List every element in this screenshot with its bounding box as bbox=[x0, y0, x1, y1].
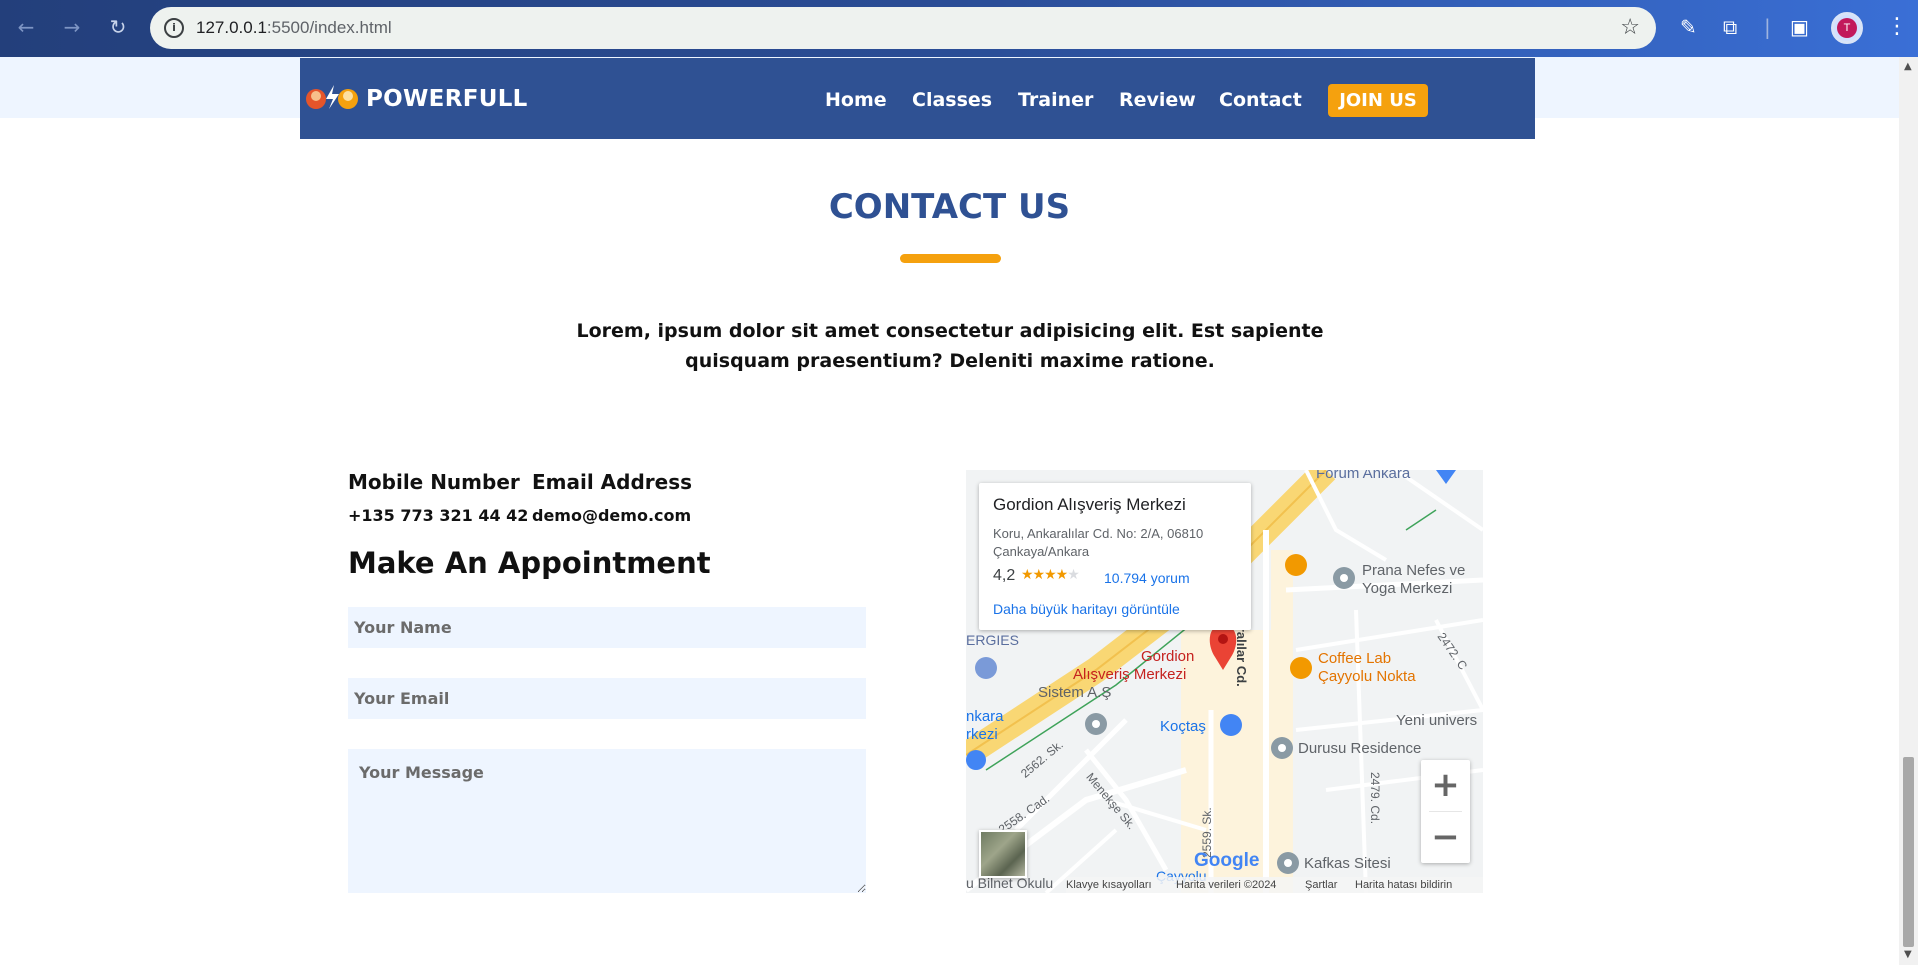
url-path: :5500/index.html bbox=[266, 18, 392, 37]
map-label-forum[interactable]: Forum Ankara bbox=[1316, 470, 1410, 482]
site-header: POWERFULL Home Classes Trainer Review Co… bbox=[300, 58, 1535, 139]
embedded-map[interactable]: Forum Ankara Prana Nefes ve Yoga Merkezi… bbox=[966, 470, 1483, 893]
place-rating: 4,2 bbox=[993, 567, 1016, 584]
forward-icon[interactable]: → bbox=[60, 15, 84, 39]
reviews-link[interactable]: 10.794 yorum bbox=[1104, 570, 1190, 586]
address-url: 127.0.0.1:5500/index.html bbox=[196, 18, 392, 38]
scroll-thumb[interactable] bbox=[1903, 757, 1914, 947]
eyedropper-icon[interactable]: ✎ bbox=[1680, 14, 1697, 40]
map-label-gordion-2[interactable]: Alışveriş Merkezi bbox=[1073, 666, 1186, 683]
map-label-sistem[interactable]: Sistem A.Ş bbox=[1038, 684, 1111, 701]
map-label-ankara[interactable]: nkara bbox=[966, 708, 1004, 725]
zoom-out-button[interactable]: − bbox=[1421, 812, 1470, 863]
bookmark-star-icon[interactable]: ☆ bbox=[1620, 15, 1640, 40]
map-label-coffee-2[interactable]: Çayyolu Nokta bbox=[1318, 668, 1416, 685]
satellite-toggle[interactable] bbox=[979, 830, 1027, 878]
google-logo: Google bbox=[1194, 850, 1260, 871]
address-bar[interactable]: i 127.0.0.1:5500/index.html ☆ bbox=[150, 7, 1656, 49]
section-title: CONTACT US bbox=[828, 187, 1071, 227]
url-host: 127.0.0.1 bbox=[196, 18, 267, 37]
map-label-ergies[interactable]: ERGIES bbox=[966, 632, 1019, 648]
map-label-coffee[interactable]: Coffee Lab bbox=[1318, 650, 1391, 667]
browser-toolbar: ← → ↻ i 127.0.0.1:5500/index.html ☆ ✎ ⧉ … bbox=[0, 0, 1918, 57]
rating-stars-filled: ★★★★ bbox=[1021, 567, 1068, 583]
message-textarea[interactable] bbox=[348, 749, 866, 893]
place-info-card: Gordion Alışveriş Merkezi Koru, Ankaralı… bbox=[979, 483, 1251, 630]
nav-trainer[interactable]: Trainer bbox=[1018, 89, 1093, 111]
profile-avatar[interactable]: T bbox=[1831, 12, 1863, 44]
nav-contact[interactable]: Contact bbox=[1219, 89, 1302, 111]
mobile-value: +135 773 321 44 42 bbox=[348, 506, 529, 525]
map-label-gordion[interactable]: Gordion bbox=[1141, 648, 1194, 665]
nav-home[interactable]: Home bbox=[825, 89, 887, 111]
map-footer: Klavye kısayolları Harita verileri ©2024… bbox=[1066, 877, 1483, 893]
map-label-kafkas[interactable]: Kafkas Sitesi bbox=[1304, 855, 1391, 872]
join-us-button[interactable]: JOIN US bbox=[1328, 84, 1428, 117]
terms-link[interactable]: Şartlar bbox=[1305, 877, 1337, 893]
logo-icon bbox=[306, 85, 358, 109]
avatar-letter: T bbox=[1837, 18, 1857, 38]
larger-map-link[interactable]: Daha büyük haritayı görüntüle bbox=[993, 601, 1180, 617]
report-map-error-link[interactable]: Harita hatası bildirin bbox=[1355, 877, 1452, 893]
zoom-controls: + − bbox=[1421, 760, 1470, 863]
map-label-yeni[interactable]: Yeni univers bbox=[1396, 712, 1477, 729]
email-label: Email Address bbox=[532, 470, 693, 494]
map-label-prana[interactable]: Prana Nefes ve bbox=[1362, 562, 1465, 579]
nav-review[interactable]: Review bbox=[1119, 89, 1196, 111]
logo-text[interactable]: POWERFULL bbox=[366, 86, 528, 112]
rating-star-empty: ★ bbox=[1067, 567, 1080, 583]
map-label-prana-2[interactable]: Yoga Merkezi bbox=[1362, 580, 1452, 597]
place-name: Gordion Alışveriş Merkezi bbox=[993, 495, 1186, 514]
map-data-credit: Harita verileri ©2024 bbox=[1176, 879, 1277, 891]
side-panel-icon[interactable]: ▣ bbox=[1790, 14, 1809, 40]
title-underline bbox=[900, 254, 1001, 263]
extensions-icon[interactable]: ⧉ bbox=[1723, 14, 1737, 40]
keyboard-shortcuts-link[interactable]: Klavye kısayolları bbox=[1066, 877, 1152, 893]
email-value: demo@demo.com bbox=[532, 506, 692, 525]
name-input[interactable] bbox=[348, 607, 866, 648]
back-icon[interactable]: ← bbox=[14, 15, 38, 39]
site-info-icon[interactable]: i bbox=[164, 18, 184, 38]
appointment-title: Make An Appointment bbox=[348, 546, 711, 580]
map-label-koctas[interactable]: Koçtaş bbox=[1160, 718, 1206, 735]
toolbar-divider: | bbox=[1764, 15, 1771, 39]
page-scrollbar[interactable]: ▲ ▼ bbox=[1899, 57, 1918, 965]
scroll-up-arrow-icon[interactable]: ▲ bbox=[1904, 61, 1912, 72]
map-label-durusu[interactable]: Durusu Residence bbox=[1298, 740, 1421, 757]
section-description: Lorem, ipsum dolor sit amet consectetur … bbox=[576, 320, 1324, 372]
mobile-label: Mobile Number bbox=[348, 470, 520, 494]
map-label-2479: 2479. Cd. bbox=[1368, 772, 1382, 825]
map-label-ankara-2[interactable]: rkezi bbox=[966, 726, 998, 743]
reload-icon[interactable]: ↻ bbox=[106, 15, 130, 39]
zoom-in-button[interactable]: + bbox=[1421, 760, 1470, 811]
rating-stars-icon: ★★★★★ bbox=[1021, 567, 1080, 583]
nav-classes[interactable]: Classes bbox=[912, 89, 992, 111]
email-input[interactable] bbox=[348, 678, 866, 719]
browser-menu-icon[interactable]: ⋮ bbox=[1886, 14, 1908, 39]
place-address: Koru, Ankaralılar Cd. No: 2/A, 06810 Çan… bbox=[993, 526, 1204, 559]
scroll-down-arrow-icon[interactable]: ▼ bbox=[1904, 949, 1912, 960]
